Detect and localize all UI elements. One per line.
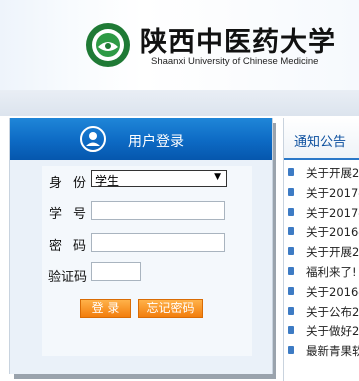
- notice-title: 通知公告: [294, 135, 347, 150]
- notice-link[interactable]: 关于2016-: [306, 224, 359, 240]
- bullet-icon: [288, 307, 294, 315]
- university-name-cn: 陕西中医药大学: [140, 27, 336, 58]
- notice-link[interactable]: 最新青果软: [306, 343, 359, 359]
- site-header: 陕西中医药大学 Shaanxi University of Chinese Me…: [0, 0, 359, 90]
- notice-link[interactable]: 关于2017-: [306, 185, 359, 201]
- notice-item[interactable]: 关于2016-: [284, 282, 359, 302]
- notice-link[interactable]: 关于开展2: [306, 165, 359, 181]
- login-form: [42, 166, 252, 356]
- password-label: 密码: [49, 239, 98, 254]
- notice-item[interactable]: 最新青果软: [284, 341, 359, 361]
- student-id-input[interactable]: [91, 201, 225, 220]
- identity-selected-value: 学生: [95, 174, 120, 188]
- notice-link[interactable]: 关于开展2: [306, 244, 359, 260]
- notice-link[interactable]: 关于2017-: [306, 205, 359, 221]
- login-button[interactable]: 登 录: [80, 299, 131, 318]
- notice-link[interactable]: 关于做好2: [306, 323, 359, 339]
- notice-item[interactable]: 关于开展2: [284, 163, 359, 183]
- university-emblem-icon: [86, 23, 130, 67]
- notice-link[interactable]: 关于公布2: [306, 304, 359, 320]
- notice-item[interactable]: 关于2017-: [284, 183, 359, 203]
- bullet-icon: [288, 326, 294, 334]
- user-avatar-icon: [80, 126, 106, 152]
- notice-item[interactable]: 关于2016-: [284, 222, 359, 242]
- bullet-icon: [288, 227, 294, 235]
- bullet-icon: [288, 346, 294, 354]
- bullet-icon: [288, 247, 294, 255]
- forgot-password-button[interactable]: 忘记密码: [138, 299, 203, 318]
- login-title: 用户登录: [128, 134, 184, 150]
- notice-link[interactable]: 关于2016-: [306, 284, 359, 300]
- captcha-label: 验证码: [48, 270, 88, 285]
- identity-label: 身份: [49, 176, 98, 191]
- header-divider: [0, 90, 359, 116]
- student-id-label: 学号: [49, 207, 98, 222]
- captcha-input[interactable]: [91, 262, 141, 281]
- notice-panel-header: 通知公告: [284, 118, 359, 160]
- login-panel-header: 用户登录: [10, 118, 272, 160]
- notice-item[interactable]: 关于开展2: [284, 242, 359, 262]
- notice-panel: 通知公告 关于开展2 关于2017- 关于2017- 关于2016- 关于开展2…: [283, 118, 359, 381]
- university-name-en: Shaanxi University of Chinese Medicine: [151, 56, 319, 67]
- bullet-icon: [288, 267, 294, 275]
- bullet-icon: [288, 168, 294, 176]
- bullet-icon: [288, 188, 294, 196]
- bullet-icon: [288, 208, 294, 216]
- password-input[interactable]: [91, 233, 225, 252]
- bullet-icon: [288, 287, 294, 295]
- notice-item[interactable]: 福利来了!: [284, 262, 359, 282]
- identity-select[interactable]: 学生 ▼: [91, 170, 227, 188]
- notice-item[interactable]: 关于公布2: [284, 302, 359, 322]
- notice-item[interactable]: 关于做好2: [284, 321, 359, 341]
- dropdown-arrow-icon: ▼: [214, 172, 221, 182]
- notice-link[interactable]: 福利来了!: [306, 264, 357, 280]
- notice-item[interactable]: 关于2017-: [284, 203, 359, 223]
